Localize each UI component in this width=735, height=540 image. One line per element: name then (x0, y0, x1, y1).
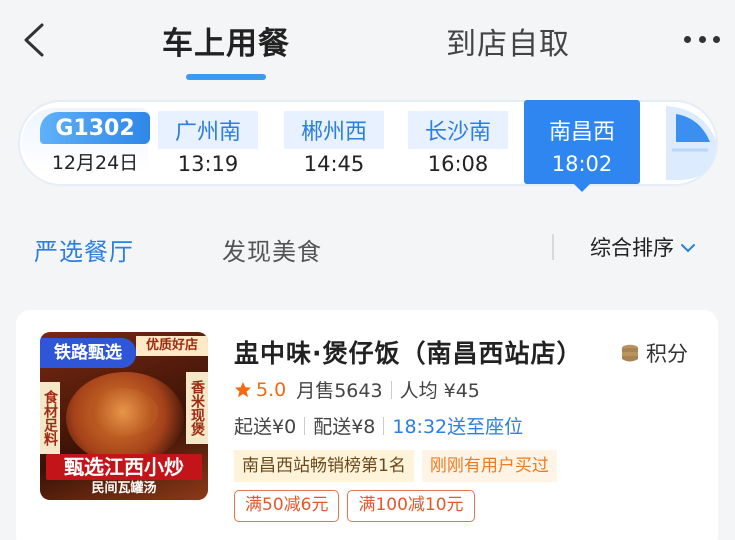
thumb-banner: 甄选江西小炒 (46, 454, 202, 480)
average-price: 人均 ¥45 (399, 380, 480, 402)
restaurant-card[interactable]: 优质好店 食材足料 香米现煲 铁路甄选 甄选江西小炒 民间瓦罐汤 盅中味·煲仔饭… (16, 310, 718, 540)
train-tail-icon (666, 106, 717, 180)
tab-active-indicator (186, 74, 266, 80)
tab-onboard-dining[interactable]: 车上用餐 (162, 18, 290, 63)
thumb-right-tag: 香米现煲 (186, 372, 208, 444)
sort-dropdown[interactable]: 综合排序 (590, 232, 696, 262)
restaurant-filter-bar: 严选餐厅 发现美食 综合排序 (0, 212, 735, 278)
divider (390, 380, 392, 399)
min-order: 起送¥0 (234, 416, 297, 438)
top-header: 车上用餐 到店自取 (0, 0, 735, 92)
train-number-badge: G1302 (40, 112, 150, 144)
station-name: 南昌西 (548, 120, 615, 145)
points-indicator: 积分 (620, 338, 688, 368)
train-date: 12月24日 (51, 152, 139, 174)
station-guangzhounan[interactable]: 广州南 13:19 (158, 100, 258, 186)
thumb-banner-sub: 民间瓦罐汤 (91, 481, 157, 496)
station-chenzhouxi[interactable]: 郴州西 14:45 (284, 100, 384, 186)
tab-discover-food[interactable]: 发现美食 (222, 232, 322, 267)
food-image-center (88, 388, 158, 436)
divider (383, 416, 385, 435)
coupon-tags: 满50减6元 满100减10元 (234, 490, 483, 522)
station-selected-pointer (572, 182, 592, 192)
recent-purchase-tag: 刚刚有用户买过 (421, 450, 557, 482)
station-name: 广州南 (158, 111, 258, 149)
monthly-sales: 月售5643 (296, 380, 383, 402)
divider (304, 416, 306, 435)
delivery-info: 起送¥0 配送¥8 18:32送至座位 (234, 412, 523, 439)
delivery-eta: 18:32送至座位 (392, 416, 524, 438)
rating-value: 5.0 (256, 378, 287, 401)
station-time: 14:45 (303, 152, 365, 176)
restaurant-name[interactable]: 盅中味·煲仔饭（南昌西站店） (234, 334, 583, 370)
station-nanchangxi-selected[interactable]: 南昌西 18:02 (524, 100, 640, 192)
tab-selected-restaurants[interactable]: 严选餐厅 (34, 232, 134, 267)
railway-selected-badge: 铁路甄选 (40, 338, 136, 368)
station-time: 18:02 (551, 152, 613, 176)
sort-label: 综合排序 (590, 236, 674, 260)
points-label: 积分 (646, 342, 688, 366)
delivery-fee: 配送¥8 (313, 416, 376, 438)
station-name: 长沙南 (408, 111, 508, 149)
station-changshanan[interactable]: 长沙南 16:08 (408, 100, 508, 186)
coupon-tag[interactable]: 满50减6元 (234, 490, 340, 522)
back-arrow-icon[interactable] (20, 22, 50, 58)
station-name: 郴州西 (284, 111, 384, 149)
tab-store-pickup[interactable]: 到店自取 (446, 19, 570, 63)
chevron-down-icon (681, 244, 695, 253)
star-icon (234, 381, 252, 397)
divider (552, 234, 554, 260)
station-time: 13:19 (177, 152, 239, 176)
thumb-top-label: 优质好店 (136, 336, 208, 356)
restaurant-stats: 5.0 月售5643 人均 ¥45 (234, 376, 480, 403)
highlight-tags: 南昌西站畅销榜第1名 刚刚有用户买过 (234, 450, 557, 482)
thumb-left-tag: 食材足料 (40, 382, 60, 454)
station-time: 16:08 (427, 152, 489, 176)
coin-stack-icon (622, 344, 638, 362)
train-route-strip: G1302 12月24日 广州南 13:19 郴州西 14:45 长沙南 16:… (18, 100, 718, 192)
coupon-tag[interactable]: 满100减10元 (347, 490, 475, 522)
bestseller-tag: 南昌西站畅销榜第1名 (234, 450, 414, 482)
restaurant-thumbnail[interactable]: 优质好店 食材足料 香米现煲 铁路甄选 甄选江西小炒 民间瓦罐汤 (40, 332, 208, 500)
more-options-icon[interactable] (684, 36, 720, 46)
